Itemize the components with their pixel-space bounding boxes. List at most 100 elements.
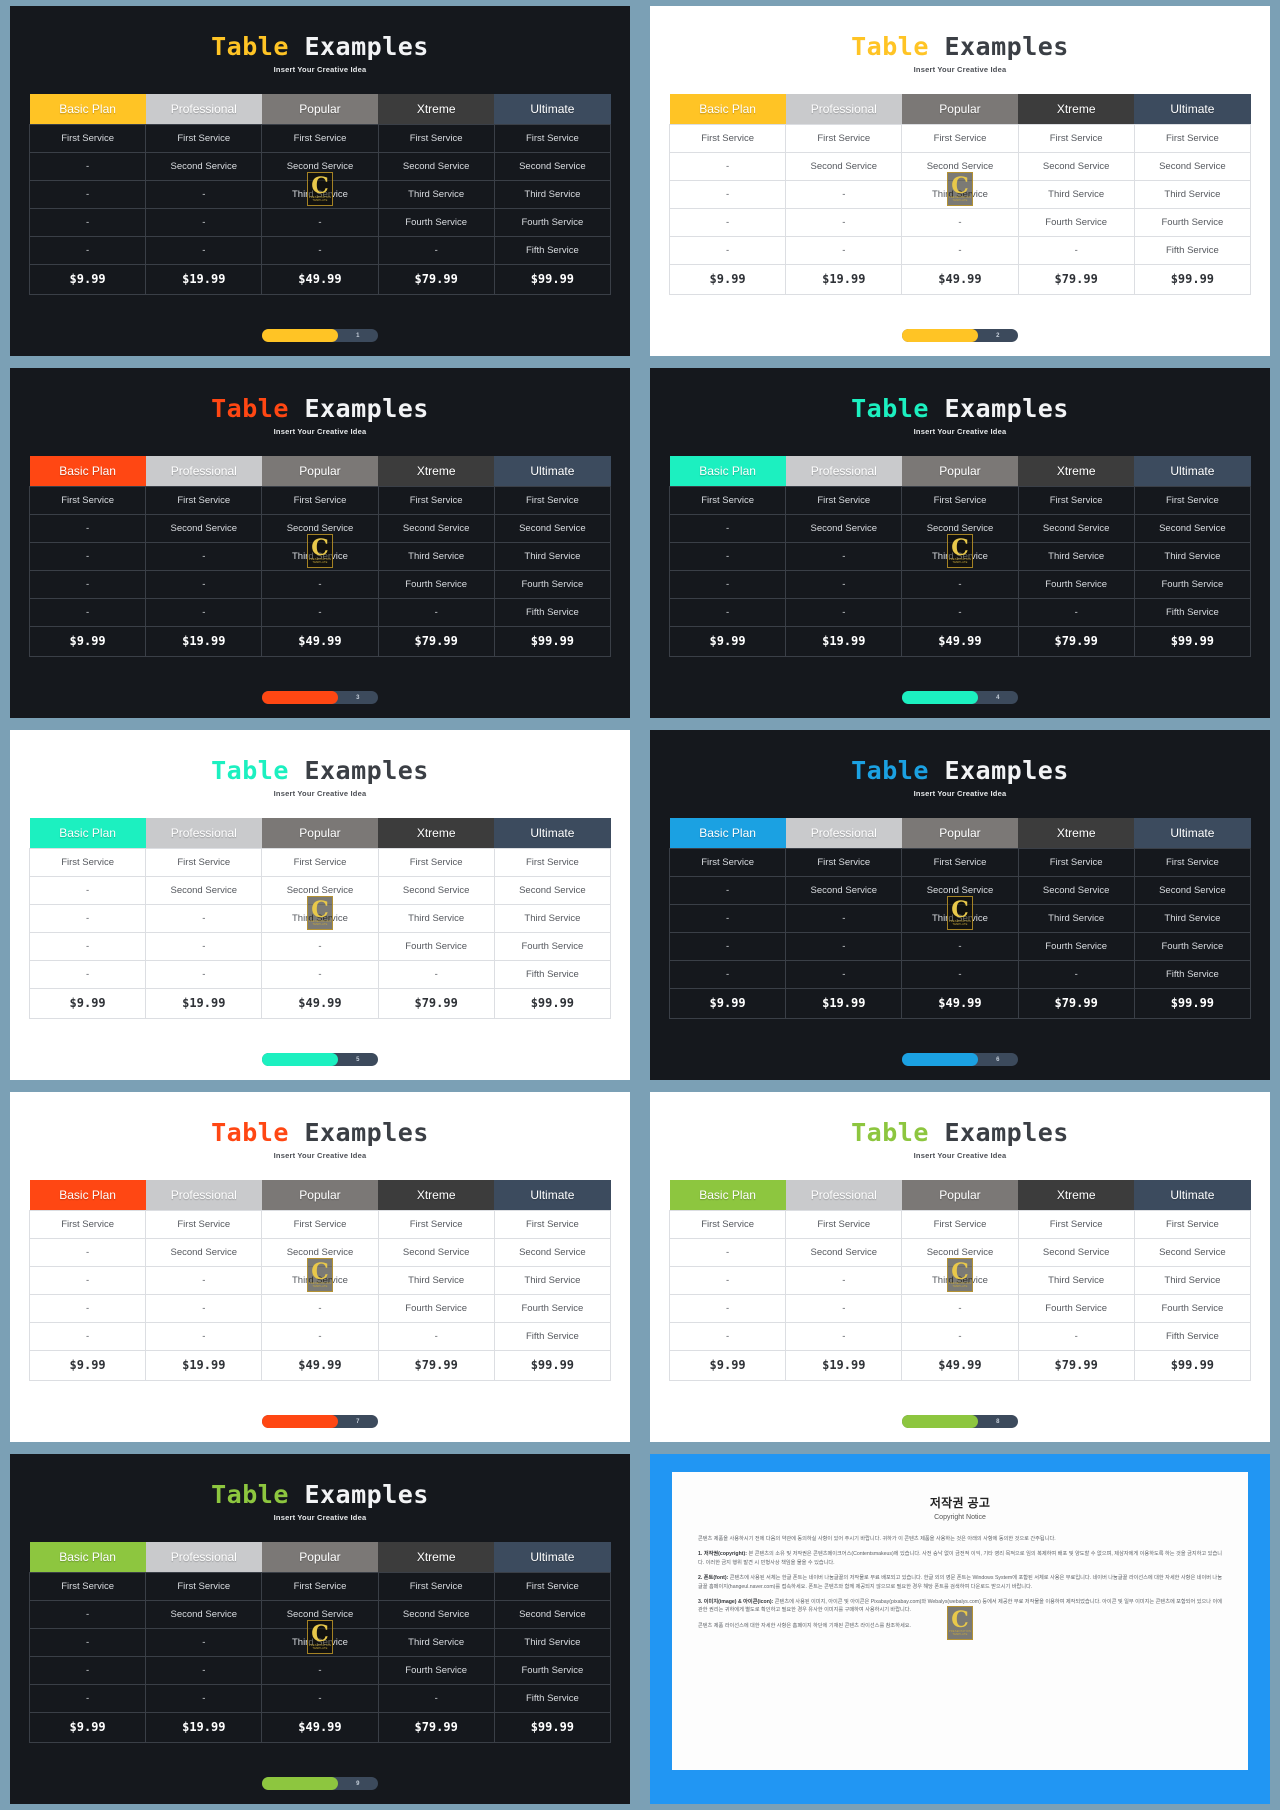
pagination-bar[interactable]: 4 xyxy=(902,691,1018,704)
slide-cell-5: Table Examples Insert Your Creative Idea… xyxy=(0,724,640,1086)
table-header-0[interactable]: Basic Plan xyxy=(29,1542,146,1572)
table-header-3[interactable]: Xtreme xyxy=(1018,818,1135,848)
slide-6[interactable]: Table Examples Insert Your Creative Idea… xyxy=(650,730,1270,1080)
table-header-2[interactable]: Popular xyxy=(901,94,1019,124)
table-cell-r2c1: - xyxy=(145,903,263,933)
table-header-0[interactable]: Basic Plan xyxy=(669,94,786,124)
table-cell-r3c4: Fourth Service xyxy=(1133,1293,1252,1323)
table-header-0[interactable]: Basic Plan xyxy=(29,1180,146,1210)
table-header-0[interactable]: Basic Plan xyxy=(669,818,786,848)
table-cell-r2c0: - xyxy=(668,179,787,209)
table-header-1[interactable]: Professional xyxy=(785,456,902,486)
table-cell-r3c1: - xyxy=(145,931,263,961)
table-cell-r3c0: - xyxy=(668,931,787,961)
table-header-1[interactable]: Professional xyxy=(145,1180,262,1210)
table-header-0[interactable]: Basic Plan xyxy=(669,456,786,486)
table-header-1[interactable]: Professional xyxy=(145,1542,262,1572)
table-cell-r0c2: First Service xyxy=(901,1209,1019,1239)
price-cell-4: $99.99 xyxy=(493,987,612,1019)
title-rest: Examples xyxy=(288,32,429,61)
table-header-4[interactable]: Ultimate xyxy=(1134,1180,1251,1210)
table-cell-r2c1: - xyxy=(145,541,263,571)
table-header-2[interactable]: Popular xyxy=(261,94,379,124)
price-cell-0: $9.99 xyxy=(28,263,147,295)
table-header-2[interactable]: Popular xyxy=(261,1180,379,1210)
pagination-bar[interactable]: 3 xyxy=(262,691,378,704)
table-header-0[interactable]: Basic Plan xyxy=(669,1180,786,1210)
table-header-1[interactable]: Professional xyxy=(785,94,902,124)
table-header-4[interactable]: Ultimate xyxy=(494,1180,611,1210)
slide-8[interactable]: Table Examples Insert Your Creative Idea… xyxy=(650,1092,1270,1442)
table-header-3[interactable]: Xtreme xyxy=(378,94,495,124)
table-header-4[interactable]: Ultimate xyxy=(1134,818,1251,848)
pagination-bar[interactable]: 7 xyxy=(262,1415,378,1428)
table-header-4[interactable]: Ultimate xyxy=(494,818,611,848)
table-cell-r2c2: Third Service xyxy=(901,903,1019,933)
pagination-bar[interactable]: 5 xyxy=(262,1053,378,1066)
table-header-1[interactable]: Professional xyxy=(145,818,262,848)
price-cell-0: $9.99 xyxy=(668,263,787,295)
table-header-4[interactable]: Ultimate xyxy=(1134,94,1251,124)
table-price-row: $9.99 $19.99 $49.99 $79.99 $99.99 xyxy=(28,987,612,1019)
table-header-4[interactable]: Ultimate xyxy=(494,1542,611,1572)
table-cell-r4c1: - xyxy=(785,597,903,627)
table-cell-r3c2: - xyxy=(261,207,379,237)
table-header-0[interactable]: Basic Plan xyxy=(29,456,146,486)
table-header-0[interactable]: Basic Plan xyxy=(29,818,146,848)
table-cell-r2c0: - xyxy=(668,1265,787,1295)
table-header-3[interactable]: Xtreme xyxy=(378,818,495,848)
page-subtitle: Insert Your Creative Idea xyxy=(273,1151,367,1160)
slide-copyright[interactable]: 저작권 공고 Copyright Notice 콘텐츠 제품을 사용하시기 전에… xyxy=(650,1454,1270,1804)
table-header-2[interactable]: Popular xyxy=(261,818,379,848)
table-header-0[interactable]: Basic Plan xyxy=(29,94,146,124)
slide-cell-9: Table Examples Insert Your Creative Idea… xyxy=(0,1448,640,1810)
table-header-1[interactable]: Professional xyxy=(785,1180,902,1210)
table-row: - - Third Service Third Service Third Servic… xyxy=(28,179,612,209)
table-header-3[interactable]: Xtreme xyxy=(378,1180,495,1210)
table-cell-r4c3: - xyxy=(1017,959,1135,989)
table-cell-r2c1: - xyxy=(785,903,903,933)
pagination-bar[interactable]: 2 xyxy=(902,329,1018,342)
table-header-1[interactable]: Professional xyxy=(145,456,262,486)
table-header-2[interactable]: Popular xyxy=(901,818,1019,848)
table-cell-r2c1: - xyxy=(785,179,903,209)
table-header-3[interactable]: Xtreme xyxy=(1018,1180,1135,1210)
table-cell-r4c3: - xyxy=(377,235,495,265)
table-cell-r0c3: First Service xyxy=(377,1209,495,1239)
table-cell-r3c0: - xyxy=(28,1293,147,1323)
table-header-2[interactable]: Popular xyxy=(261,1542,379,1572)
table-cell-r2c2: Third Service xyxy=(901,541,1019,571)
table-header-3[interactable]: Xtreme xyxy=(1018,94,1135,124)
table-cell-r2c1: - xyxy=(145,179,263,209)
table-cell-r3c0: - xyxy=(668,207,787,237)
price-cell-0: $9.99 xyxy=(28,625,147,657)
pagination-bar[interactable]: 6 xyxy=(902,1053,1018,1066)
table-cell-r0c4: First Service xyxy=(493,847,612,877)
table-header-4[interactable]: Ultimate xyxy=(494,94,611,124)
pagination-bar[interactable]: 9 xyxy=(262,1777,378,1790)
table-header-3[interactable]: Xtreme xyxy=(1018,456,1135,486)
slide-3[interactable]: Table Examples Insert Your Creative Idea… xyxy=(10,368,630,718)
table-header-3[interactable]: Xtreme xyxy=(378,456,495,486)
table-row: - - - - Fifth Service xyxy=(668,235,1252,265)
slide-4[interactable]: Table Examples Insert Your Creative Idea… xyxy=(650,368,1270,718)
slide-9[interactable]: Table Examples Insert Your Creative Idea… xyxy=(10,1454,630,1804)
slide-5[interactable]: Table Examples Insert Your Creative Idea… xyxy=(10,730,630,1080)
pagination-bar[interactable]: 1 xyxy=(262,329,378,342)
table-header-1[interactable]: Professional xyxy=(785,818,902,848)
title-block: Table Examples Insert Your Creative Idea xyxy=(851,1118,1069,1160)
table-header-2[interactable]: Popular xyxy=(261,456,379,486)
table-header-2[interactable]: Popular xyxy=(901,1180,1019,1210)
table-header-4[interactable]: Ultimate xyxy=(494,456,611,486)
table-cell-r0c3: First Service xyxy=(1017,123,1135,153)
table-cell-r2c4: Third Service xyxy=(493,179,612,209)
table-header-2[interactable]: Popular xyxy=(901,456,1019,486)
slide-7[interactable]: Table Examples Insert Your Creative Idea… xyxy=(10,1092,630,1442)
slide-2[interactable]: Table Examples Insert Your Creative Idea… xyxy=(650,6,1270,356)
slide-1[interactable]: Table Examples Insert Your Creative Idea… xyxy=(10,6,630,356)
table-header-1[interactable]: Professional xyxy=(145,94,262,124)
price-cell-2: $49.99 xyxy=(901,625,1019,657)
table-header-4[interactable]: Ultimate xyxy=(1134,456,1251,486)
pagination-bar[interactable]: 8 xyxy=(902,1415,1018,1428)
table-header-3[interactable]: Xtreme xyxy=(378,1542,495,1572)
